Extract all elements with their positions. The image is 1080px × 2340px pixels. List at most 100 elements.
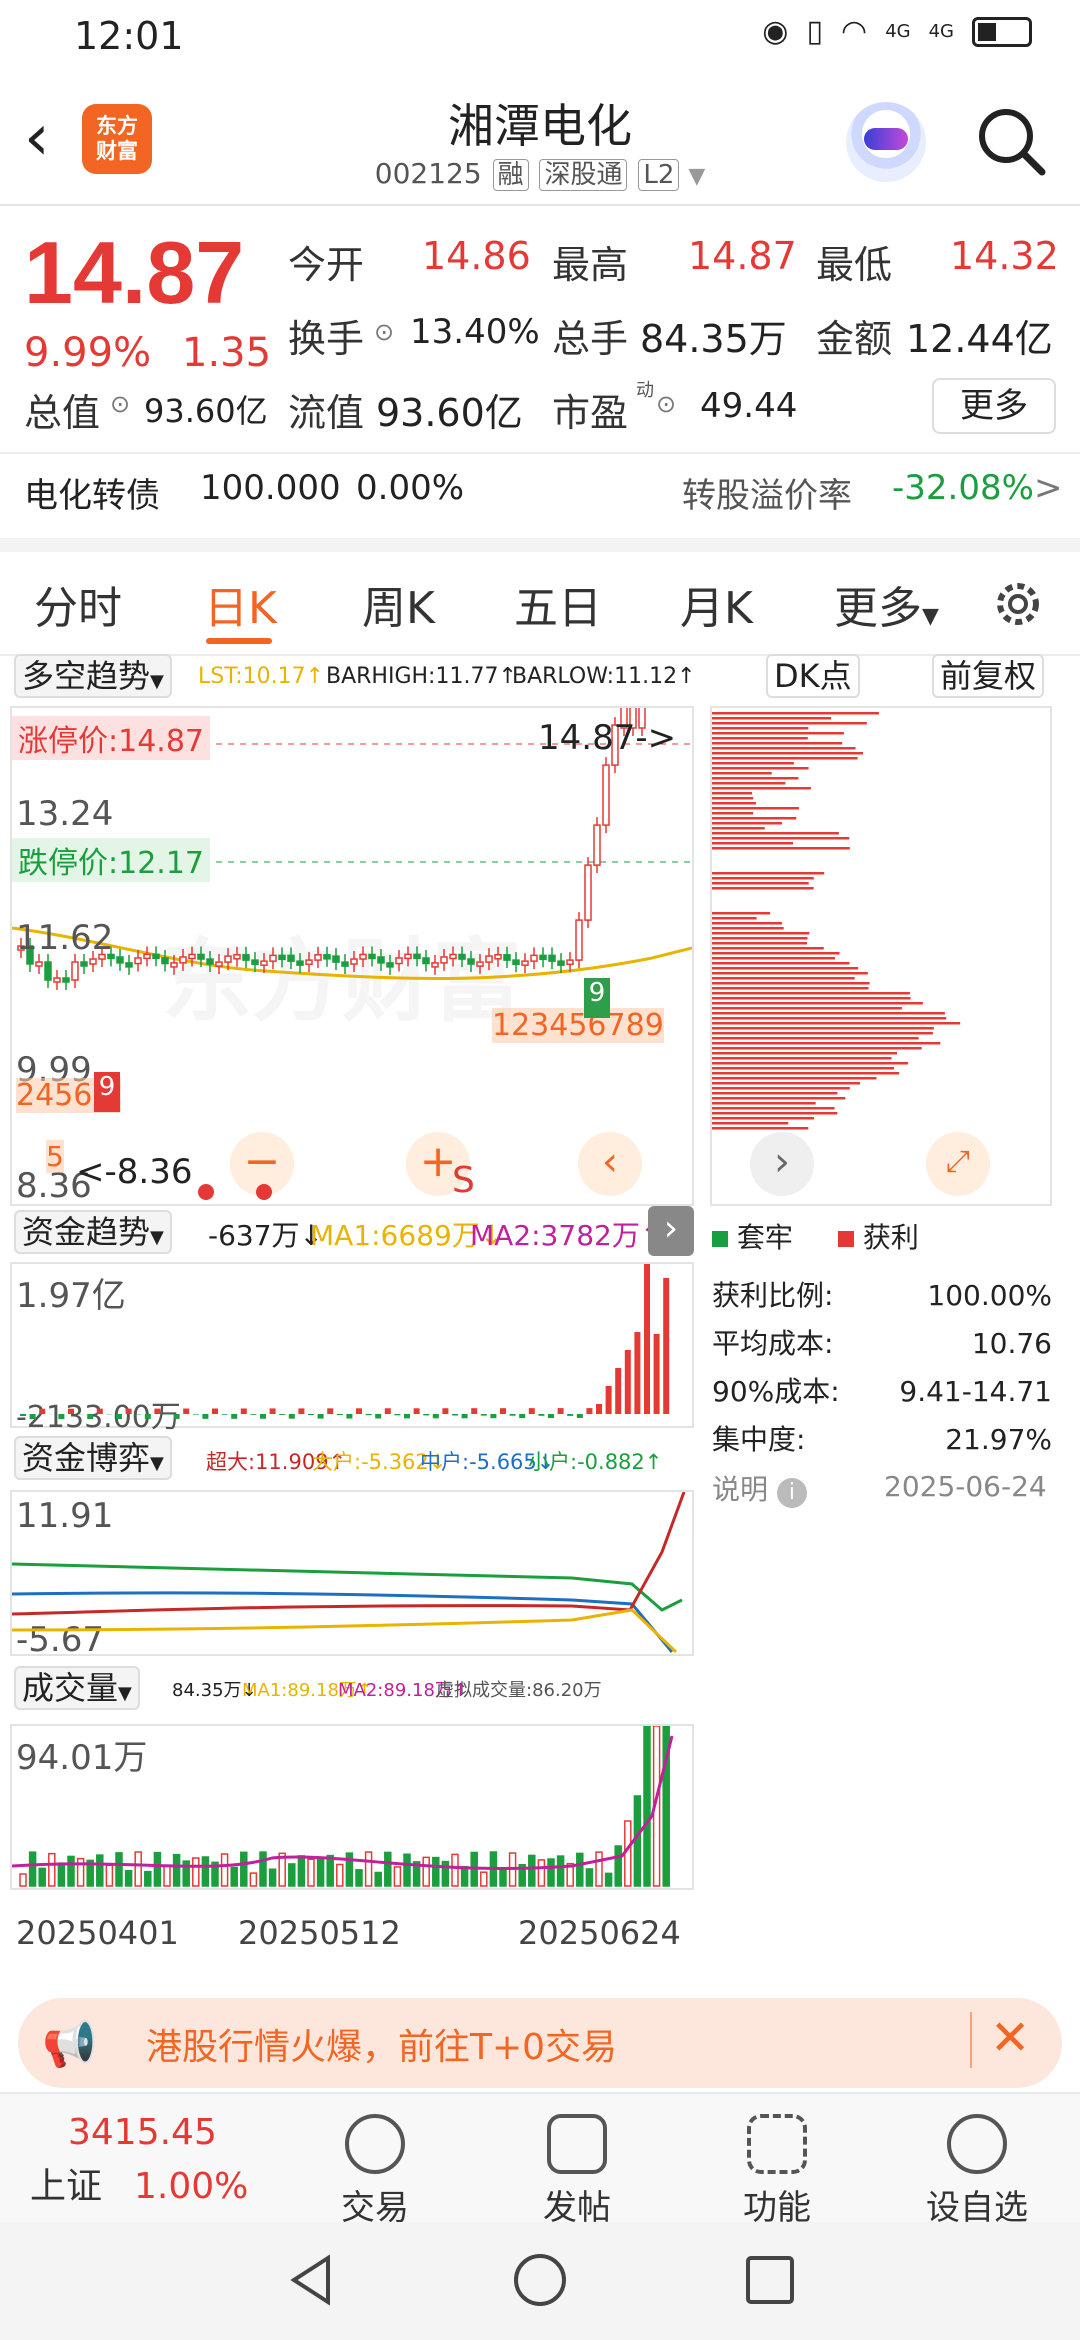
- volume-bar: [289, 1864, 295, 1886]
- info-icon[interactable]: ⊙: [374, 318, 394, 346]
- candle: [360, 954, 366, 959]
- chip-bar: [712, 1042, 940, 1045]
- kline-panel[interactable]: 东方财富 涨停价:14.87 跌停价:12.17 13.24 11.62 9.9…: [10, 706, 694, 1206]
- volume-bar: [385, 1852, 391, 1886]
- volume-bar: [174, 1855, 180, 1886]
- limit-down-label: 跌停价:12.17: [12, 838, 210, 882]
- more-button[interactable]: 更多: [932, 378, 1056, 434]
- indicator-select-game[interactable]: 资金博弈▼: [14, 1436, 172, 1480]
- volume-bar: [20, 1874, 26, 1886]
- chevron-left-icon[interactable]: ‹: [578, 1132, 642, 1196]
- tab-five-day[interactable]: 五日: [514, 572, 602, 636]
- float-value: 93.60亿: [376, 382, 523, 437]
- chip-bar: [712, 1027, 934, 1030]
- back-triangle-icon[interactable]: [284, 2252, 340, 2308]
- chip-bar: [712, 1127, 808, 1130]
- edit-icon: [547, 2114, 607, 2174]
- chip-note-button[interactable]: 说明 i: [712, 1468, 807, 1508]
- candle: [126, 963, 132, 967]
- candle: [495, 955, 501, 959]
- premium-label: 转股溢价率: [682, 468, 852, 517]
- grid-icon: [747, 2114, 807, 2174]
- tab-daily-k[interactable]: 日K: [204, 572, 277, 636]
- candle: [585, 865, 591, 920]
- chip-bar: [712, 827, 765, 830]
- volume-bar: [548, 1859, 554, 1886]
- tab-monthly-k[interactable]: 月K: [680, 572, 753, 636]
- close-icon[interactable]: ✕: [990, 2010, 1030, 2066]
- eye-icon: ◉: [762, 14, 788, 49]
- adjust-button[interactable]: 前复权: [932, 654, 1044, 698]
- volume-bar: [404, 1854, 410, 1886]
- megaphone-icon: 📢: [42, 2018, 97, 2070]
- indicator-select-kline[interactable]: 多空趋势▼: [14, 654, 172, 698]
- chip-bar: [712, 842, 793, 845]
- volume-bar: [606, 1873, 612, 1886]
- recents-square-icon[interactable]: [742, 2252, 798, 2308]
- fund-game-panel: 11.91 -5.67: [10, 1490, 694, 1656]
- fund-bar: [222, 1414, 228, 1415]
- chip-bar: [712, 992, 910, 995]
- chevron-right-icon[interactable]: >: [1034, 468, 1063, 508]
- candle: [432, 963, 438, 967]
- sequence-9-badge-left: 9: [94, 1072, 120, 1112]
- candle: [306, 960, 312, 964]
- fund-bar: [615, 1368, 621, 1414]
- chevron-right-icon[interactable]: ›: [648, 1206, 694, 1256]
- sequence-label: 123456789: [492, 1008, 664, 1043]
- gear-icon[interactable]: [990, 576, 1046, 632]
- stock-code: 002125: [375, 157, 482, 190]
- tab-more[interactable]: 更多▼: [834, 572, 939, 636]
- chip-bar: [712, 792, 752, 795]
- fund-bar: [442, 1408, 448, 1414]
- fund-bar: [87, 1414, 93, 1419]
- volume-bar: [356, 1870, 362, 1886]
- nav-trade[interactable]: 交易: [300, 2114, 450, 2229]
- chip-bar: [712, 712, 879, 715]
- fund-bar: [634, 1332, 640, 1414]
- robot-assistant-icon[interactable]: [846, 102, 926, 182]
- chip-date: 2025-06-24: [884, 1470, 1047, 1503]
- barhigh-value: BARHIGH:11.77↑: [326, 664, 517, 689]
- chip-bar: [712, 1087, 850, 1090]
- fund-bar: [654, 1334, 660, 1414]
- candle: [234, 955, 240, 959]
- candle: [117, 957, 123, 963]
- candle: [288, 955, 294, 961]
- info-icon-2[interactable]: ⊙: [110, 390, 130, 418]
- fund-bar: [375, 1414, 381, 1418]
- chip-row: 获利比例: 100.00%: [712, 1272, 1052, 1320]
- nav-post[interactable]: 发帖: [502, 2114, 652, 2229]
- fund-bar: [68, 1409, 74, 1414]
- volume-bar: [500, 1870, 506, 1886]
- volume-panel: 94.01万: [10, 1724, 694, 1890]
- candle: [207, 959, 213, 964]
- fund-bar: [433, 1414, 439, 1418]
- indicator-select-fund[interactable]: 资金趋势▼: [14, 1210, 172, 1254]
- chip-bar: [712, 997, 911, 1000]
- nav-watchlist[interactable]: 设自选: [902, 2114, 1052, 2229]
- bond-name[interactable]: 电化转债: [24, 468, 160, 517]
- volume-bar: [481, 1872, 487, 1886]
- chip-bar: [712, 752, 863, 755]
- search-icon[interactable]: [976, 106, 1046, 176]
- nav-functions[interactable]: 功能: [702, 2114, 852, 2229]
- info-icon-3[interactable]: ⊙: [656, 390, 676, 418]
- chevron-right-icon[interactable]: ›: [750, 1132, 814, 1196]
- dk-point-button[interactable]: DK点: [766, 654, 860, 698]
- volume-bar: [538, 1860, 544, 1886]
- chip-bar: [712, 787, 811, 790]
- fund-bar: [20, 1414, 26, 1416]
- indicator-select-volume[interactable]: 成交量▼: [14, 1666, 140, 1710]
- chip-distribution-panel[interactable]: › ⤢: [710, 706, 1052, 1206]
- promo-banner[interactable]: 📢 港股行情火爆，前往T+0交易 ✕: [18, 1998, 1062, 2088]
- index-ticker[interactable]: 3415.45 上证 1.00%: [30, 2112, 260, 2209]
- home-circle-icon[interactable]: [512, 2252, 568, 2308]
- candle: [387, 963, 393, 967]
- tab-weekly-k[interactable]: 周K: [362, 572, 435, 636]
- candle: [189, 954, 195, 958]
- expand-icon[interactable]: ⤢: [926, 1132, 990, 1196]
- fund-bar: [174, 1414, 180, 1419]
- tab-intraday[interactable]: 分时: [34, 572, 122, 636]
- tag-margin: 融: [493, 159, 529, 191]
